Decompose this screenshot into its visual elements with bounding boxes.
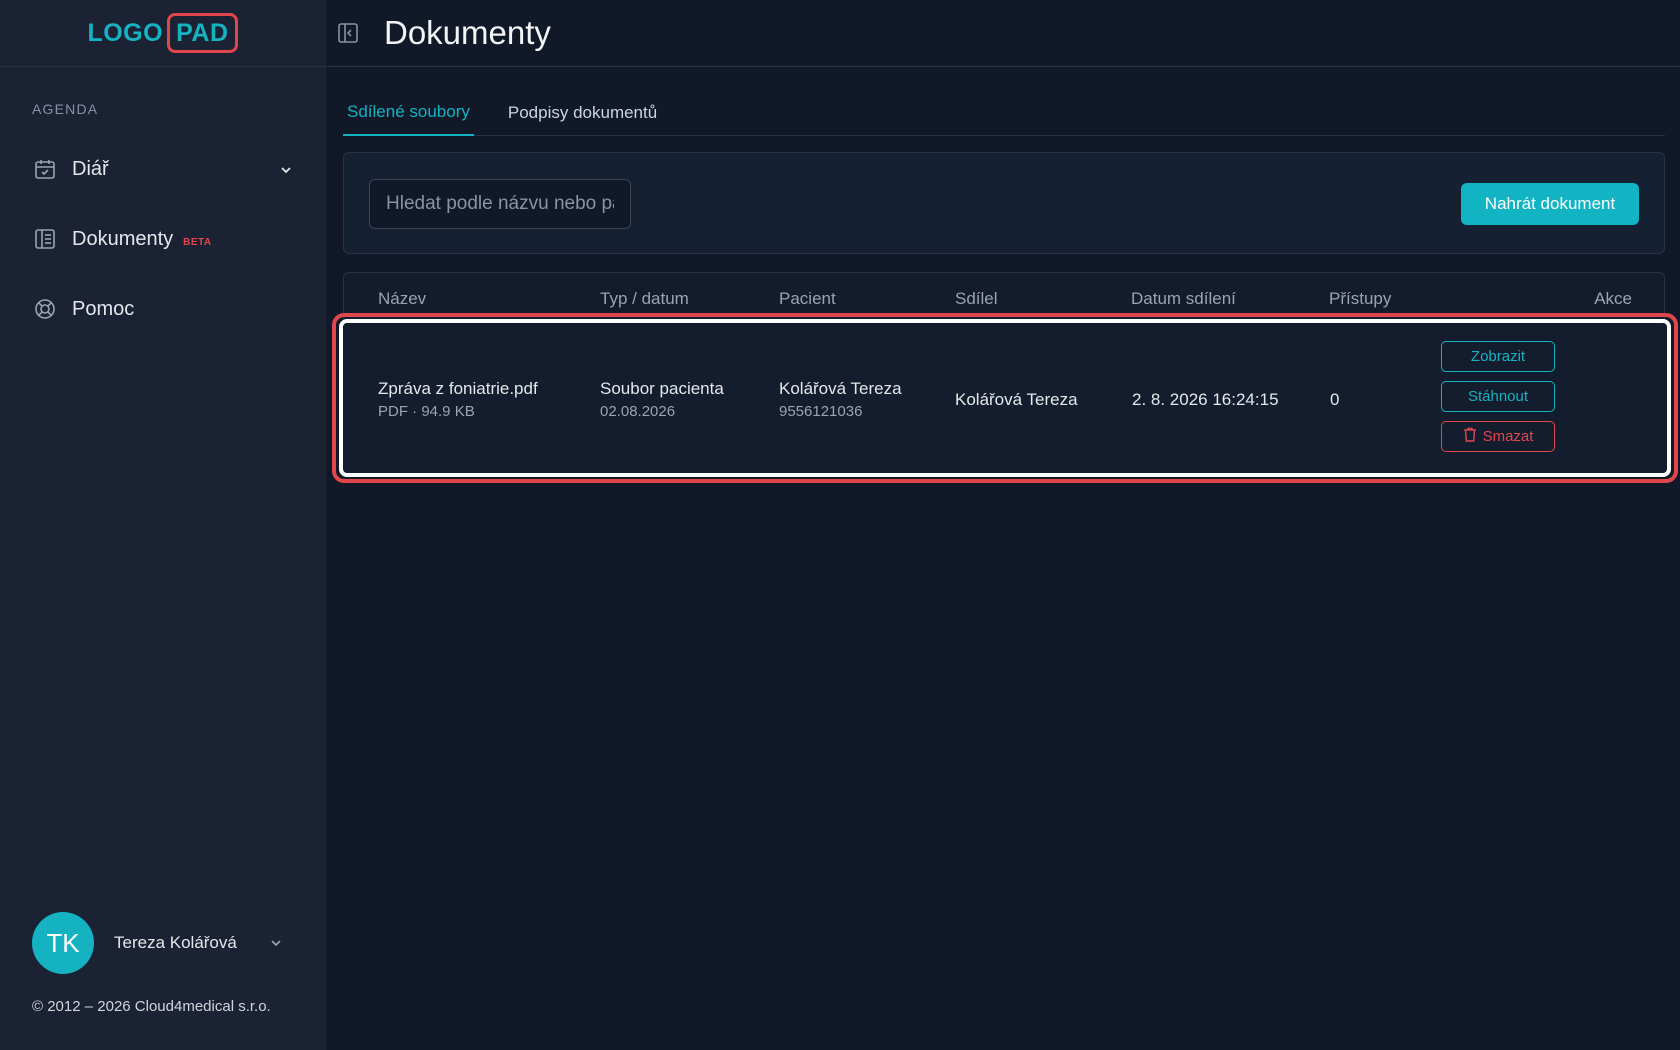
- sidebar-item-label: Pomoc: [72, 297, 135, 320]
- cell-type: Soubor pacienta 02.08.2026: [600, 379, 724, 420]
- logo-bar: LOGO PAD: [0, 0, 325, 67]
- download-button[interactable]: Stáhnout: [1441, 381, 1555, 412]
- lifebuoy-icon: [32, 296, 58, 322]
- cell-patient: Kolářová Tereza 9556121036: [779, 379, 902, 420]
- cell-name: Zpráva z foniatrie.pdf PDF · 94.9 KB: [378, 379, 538, 420]
- section-label-agenda: AGENDA: [32, 101, 99, 117]
- beta-badge: BETA: [183, 236, 212, 248]
- logo-text: LOGO: [87, 18, 164, 47]
- trash-icon: [1463, 427, 1477, 446]
- toolbar: Nahrát dokument: [343, 152, 1665, 254]
- logo-badge-text: PAD: [167, 13, 238, 53]
- column-header-patient: Pacient: [779, 289, 836, 308]
- tab-bar: Sdílené soubory Podpisy dokumentů: [343, 90, 1665, 136]
- sidebar-item-dokumenty[interactable]: Dokumenty BETA: [32, 215, 294, 263]
- patient-id: 9556121036: [779, 403, 863, 420]
- sidebar-item-label: Diář: [72, 157, 109, 180]
- chevron-down-icon[interactable]: [278, 161, 294, 177]
- tab-sdilene-soubory[interactable]: Sdílené soubory: [343, 90, 474, 136]
- documents-table: Název Typ / datum Pacient Sdílel Datum s…: [332, 272, 1678, 483]
- view-button[interactable]: Zobrazit: [1441, 341, 1555, 372]
- file-meta: PDF · 94.9 KB: [378, 403, 475, 420]
- sidebar-item-diar[interactable]: Diář: [32, 145, 294, 193]
- tab-podpisy-dokumentu[interactable]: Podpisy dokumentů: [504, 90, 661, 136]
- sidebar-collapse-icon[interactable]: [336, 21, 360, 45]
- avatar: TK: [32, 912, 94, 974]
- table-row[interactable]: Zpráva z foniatrie.pdf PDF · 94.9 KB Sou…: [339, 319, 1671, 477]
- file-name[interactable]: Zpráva z foniatrie.pdf: [378, 379, 538, 399]
- column-header-accesses: Přístupy: [1329, 289, 1392, 308]
- upload-document-button[interactable]: Nahrát dokument: [1461, 183, 1639, 225]
- column-header-shared-at: Datum sdílení: [1131, 289, 1236, 308]
- column-header-type-date: Typ / datum: [600, 289, 689, 308]
- patient-name: Kolářová Tereza: [779, 379, 902, 398]
- search-input[interactable]: [369, 179, 631, 229]
- main-content: Dokumenty Sdílené soubory Podpisy dokume…: [326, 0, 1680, 1050]
- chevron-down-icon[interactable]: [268, 935, 284, 951]
- column-header-shared-by: Sdílel: [955, 289, 998, 308]
- delete-label: Smazat: [1482, 428, 1534, 445]
- delete-button[interactable]: Smazat: [1441, 421, 1555, 452]
- logo[interactable]: LOGO PAD: [87, 13, 238, 53]
- sidebar-item-pomoc[interactable]: Pomoc: [32, 285, 294, 333]
- file-type: Soubor pacienta: [600, 379, 724, 398]
- document-icon: [32, 226, 58, 252]
- sidebar-item-label: Dokumenty: [72, 227, 174, 250]
- cell-accesses: 0: [1330, 390, 1340, 409]
- user-menu[interactable]: TK Tereza Kolářová: [32, 912, 294, 974]
- user-name: Tereza Kolářová: [114, 933, 237, 952]
- page-title: Dokumenty: [384, 14, 551, 51]
- sidebar: LOGO PAD AGENDA Diář Dokumenty BETA Pomo…: [0, 0, 326, 1050]
- file-date: 02.08.2026: [600, 403, 676, 420]
- cell-shared-by: Kolářová Tereza: [955, 390, 1078, 409]
- calendar-check-icon: [32, 156, 58, 182]
- column-header-actions: Akce: [1594, 289, 1632, 308]
- column-header-name: Název: [378, 289, 427, 308]
- cell-shared-at: 2. 8. 2026 16:24:15: [1132, 390, 1279, 409]
- copyright: © 2012 – 2026 Cloud4medical s.r.o.: [32, 998, 271, 1015]
- topbar: Dokumenty: [326, 0, 1680, 67]
